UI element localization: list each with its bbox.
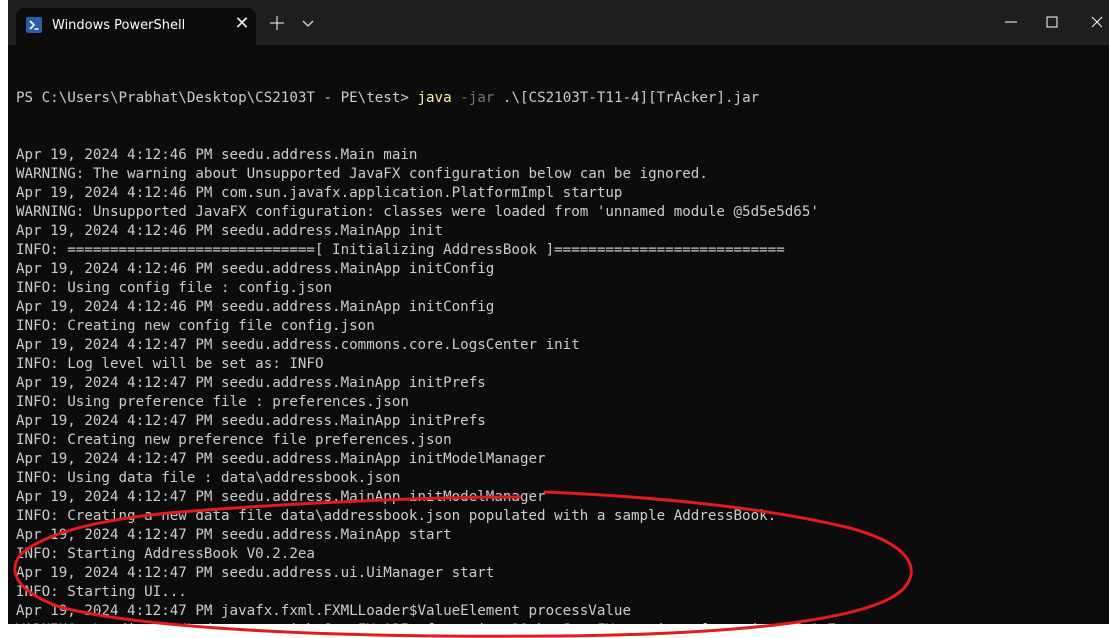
powershell-icon xyxy=(26,17,42,33)
minimize-button[interactable] xyxy=(988,0,1034,45)
log-line: Apr 19, 2024 4:12:46 PM seedu.address.Ma… xyxy=(16,147,418,163)
log-line: INFO: Using data file : data\addressbook… xyxy=(16,470,401,486)
log-line: Apr 19, 2024 4:12:47 PM seedu.address.co… xyxy=(16,337,580,353)
log-line: Apr 19, 2024 4:12:47 PM seedu.address.Ma… xyxy=(16,375,486,391)
powershell-window: Windows PowerShell ✕ PS C:\Users\Prabhat… xyxy=(8,0,1109,624)
plus-icon[interactable] xyxy=(268,14,286,32)
title-bar: Windows PowerShell ✕ xyxy=(8,0,1109,45)
log-line: WARNING: Loading FXML document with Java… xyxy=(16,621,1106,624)
command-argument: .\[CS2103T-T11-4][TrAcker].jar xyxy=(494,90,760,106)
log-line: INFO: Creating new preference file prefe… xyxy=(16,432,452,448)
log-line: INFO: Creating a new data file data\addr… xyxy=(16,508,777,524)
close-icon xyxy=(1091,16,1103,28)
log-line: INFO: Starting AddressBook V0.2.2ea xyxy=(16,546,315,562)
log-line: Apr 19, 2024 4:12:47 PM seedu.address.Ma… xyxy=(16,527,452,543)
tab-title: Windows PowerShell xyxy=(52,18,186,33)
log-line: Apr 19, 2024 4:12:47 PM javafx.fxml.FXML… xyxy=(16,603,631,619)
prompt-text: PS C:\Users\Prabhat\Desktop\CS2103T - PE… xyxy=(16,90,418,106)
command-parameter: -jar xyxy=(451,90,495,106)
log-output: Apr 19, 2024 4:12:46 PM seedu.address.Ma… xyxy=(16,146,1106,624)
maximize-button[interactable] xyxy=(1029,0,1075,45)
log-line: INFO: Using config file : config.json xyxy=(16,280,333,296)
command-name: java xyxy=(417,90,452,106)
terminal-output[interactable]: PS C:\Users\Prabhat\Desktop\CS2103T - PE… xyxy=(16,51,1106,624)
log-line: Apr 19, 2024 4:12:46 PM seedu.address.Ma… xyxy=(16,223,444,239)
maximize-icon xyxy=(1046,16,1058,28)
log-line: Apr 19, 2024 4:12:46 PM com.sun.javafx.a… xyxy=(16,185,623,201)
close-window-button[interactable] xyxy=(1074,0,1109,45)
log-line: INFO: Creating new config file config.js… xyxy=(16,318,375,334)
log-line: Apr 19, 2024 4:12:46 PM seedu.address.Ma… xyxy=(16,299,495,315)
tab-windows-powershell[interactable]: Windows PowerShell ✕ xyxy=(16,8,256,45)
prompt-line: PS C:\Users\Prabhat\Desktop\CS2103T - PE… xyxy=(16,89,1106,108)
tab-close-icon[interactable]: ✕ xyxy=(232,14,252,34)
log-line: Apr 19, 2024 4:12:47 PM seedu.address.Ma… xyxy=(16,451,546,467)
chevron-down-icon[interactable] xyxy=(302,20,314,28)
minimize-icon xyxy=(1005,21,1017,23)
log-line: INFO: =============================[ Ini… xyxy=(16,242,785,258)
log-line: INFO: Log level will be set as: INFO xyxy=(16,356,324,372)
log-line: Apr 19, 2024 4:12:46 PM seedu.address.Ma… xyxy=(16,261,495,277)
log-line: WARNING: Unsupported JavaFX configuratio… xyxy=(16,204,819,220)
log-line: Apr 19, 2024 4:12:47 PM seedu.address.ui… xyxy=(16,565,495,581)
log-line: INFO: Using preference file : preference… xyxy=(16,394,409,410)
log-line: Apr 19, 2024 4:12:47 PM seedu.address.Ma… xyxy=(16,489,546,505)
log-line: INFO: Starting UI... xyxy=(16,584,187,600)
log-line: Apr 19, 2024 4:12:47 PM seedu.address.Ma… xyxy=(16,413,486,429)
log-line: WARNING: The warning about Unsupported J… xyxy=(16,166,708,182)
